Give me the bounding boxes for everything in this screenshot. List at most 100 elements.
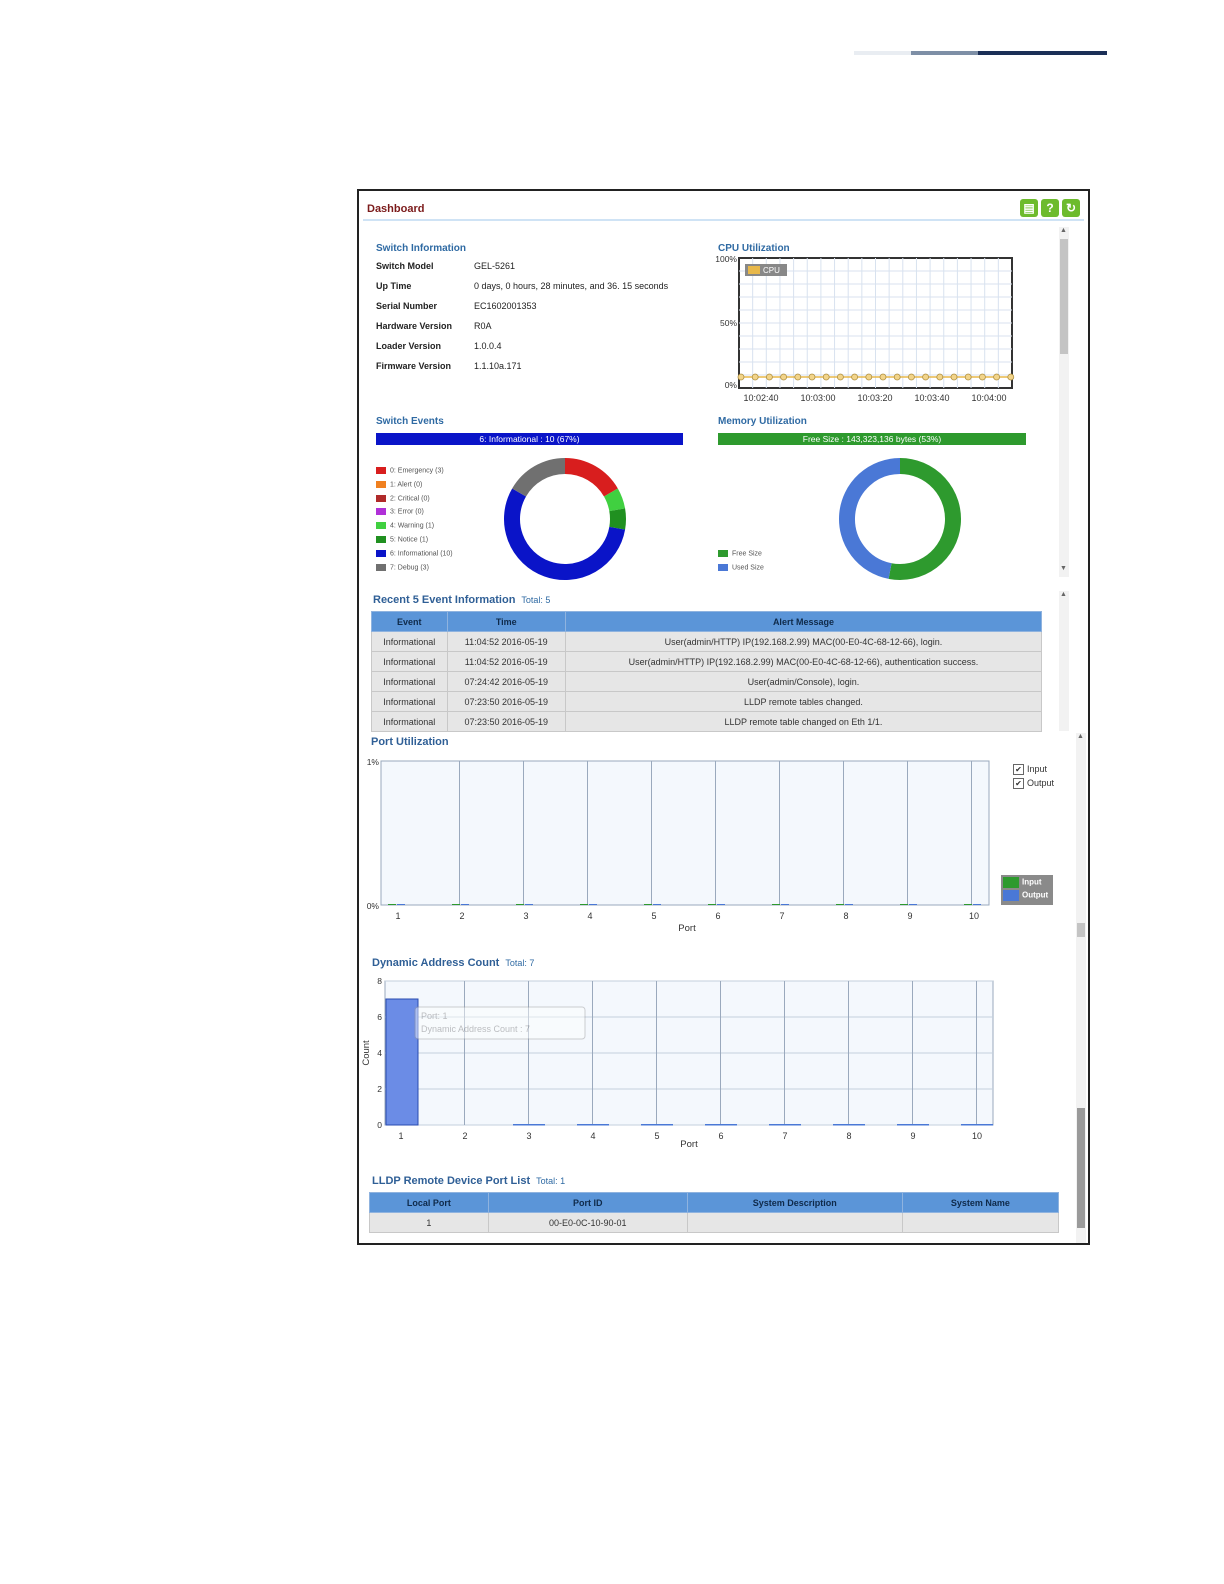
switch-events-legend-item[interactable]: 5: Notice (1) [376, 536, 428, 543]
switch-events-legend-item[interactable]: 3: Error (0) [376, 508, 424, 516]
cpu-data-point[interactable] [936, 373, 944, 381]
port-bar-output[interactable] [973, 904, 981, 905]
table-header-cell[interactable]: System Description [686, 1192, 903, 1213]
dac-y-tick: 2 [377, 1084, 382, 1094]
table-header-cell[interactable]: Local Port [369, 1192, 489, 1213]
switch-events-legend-item[interactable]: 0: Emergency (3) [376, 467, 444, 474]
port-bar-output[interactable] [461, 904, 469, 905]
scroll-down-icon[interactable]: ▼ [1060, 565, 1067, 572]
scrollbar-thumb-lower[interactable] [1077, 1108, 1085, 1228]
port-bar-input[interactable] [836, 904, 844, 905]
port-bar-input[interactable] [964, 904, 972, 905]
cpu-data-point[interactable] [993, 373, 1001, 381]
dac-bar[interactable] [641, 1124, 673, 1126]
cpu-data-point[interactable] [950, 373, 958, 381]
port-bar-input[interactable] [388, 904, 396, 905]
port-legend-item[interactable]: Output [1003, 890, 1048, 901]
table-header-cell[interactable]: Event [371, 611, 448, 632]
switch-events-legend-item[interactable]: 6: Informational (10) [376, 549, 453, 557]
table-header-cell[interactable]: Alert Message [564, 611, 1043, 632]
main-scrollbar[interactable]: ▲ [1076, 733, 1086, 1243]
port-bar-input[interactable] [644, 904, 652, 905]
cpu-data-point[interactable] [737, 373, 745, 381]
scroll-up-icon[interactable]: ▲ [1060, 591, 1067, 598]
port-bar-input[interactable] [452, 904, 460, 905]
cpu-data-point[interactable] [794, 373, 802, 381]
scrollbar-thumb[interactable] [1060, 239, 1068, 354]
port-bar-input[interactable] [900, 904, 908, 905]
cpu-data-point[interactable] [780, 373, 787, 381]
switch-events-slice[interactable] [564, 458, 618, 497]
scroll-up-icon[interactable]: ▲ [1077, 733, 1084, 740]
port-bar-input[interactable] [772, 904, 780, 905]
port-output-checkbox[interactable]: ✔ Output [1013, 778, 1054, 789]
port-legend-item[interactable]: Input [1003, 877, 1042, 888]
dac-bar[interactable] [897, 1124, 929, 1126]
cpu-data-point[interactable] [893, 373, 901, 381]
switch-events-slice[interactable] [603, 488, 626, 512]
port-bar-output[interactable] [653, 904, 661, 905]
cpu-data-point[interactable] [964, 373, 972, 381]
cpu-data-point[interactable] [1007, 373, 1015, 381]
switch-events-slice[interactable] [504, 488, 626, 580]
switch-events-slice[interactable] [609, 508, 626, 530]
table-header-cell[interactable]: Port ID [487, 1192, 688, 1213]
cpu-data-point[interactable] [822, 373, 830, 381]
checkbox-checked-icon[interactable]: ✔ [1013, 778, 1024, 789]
port-bar-input[interactable] [708, 904, 716, 905]
switch-events-slice[interactable] [512, 458, 566, 497]
events-panel-scrollbar[interactable]: ▲ [1059, 591, 1069, 731]
dac-y-tick: 8 [377, 976, 382, 986]
cpu-data-point[interactable] [907, 373, 915, 381]
cpu-data-point[interactable] [879, 373, 887, 381]
table-cell: User(admin/Console), login. [564, 671, 1043, 692]
switch-events-legend-item[interactable]: 7: Debug (3) [376, 563, 429, 571]
scrollbar-thumb[interactable] [1077, 923, 1085, 937]
dac-bar[interactable] [705, 1124, 737, 1126]
switch-info-label: Serial Number [376, 301, 438, 311]
cpu-data-point[interactable] [922, 373, 930, 381]
dac-bar[interactable] [577, 1124, 609, 1126]
checkbox-checked-icon[interactable]: ✔ [1013, 764, 1024, 775]
memory-donut-chart [839, 458, 961, 580]
port-input-checkbox[interactable]: ✔ Input [1013, 764, 1047, 775]
port-bar-output[interactable] [845, 904, 853, 905]
table-header-cell[interactable]: Time [446, 611, 566, 632]
save-button[interactable]: ▤ [1020, 199, 1038, 217]
memory-slice[interactable] [839, 458, 901, 579]
refresh-button[interactable]: ↻ [1062, 199, 1080, 217]
port-bar-output[interactable] [589, 904, 597, 905]
dac-bar[interactable] [769, 1124, 801, 1126]
port-bar-output[interactable] [525, 904, 533, 905]
dac-bar[interactable] [385, 998, 419, 1126]
cpu-data-point[interactable] [851, 373, 859, 381]
switch-events-legend-item[interactable]: 1: Alert (0) [376, 480, 422, 488]
legend-swatch [376, 508, 386, 516]
port-bar-output[interactable] [397, 904, 405, 905]
cpu-data-point[interactable] [808, 373, 816, 381]
cpu-data-point[interactable] [836, 373, 844, 381]
help-button[interactable]: ? [1041, 199, 1059, 217]
table-header-cell[interactable]: System Name [901, 1192, 1060, 1213]
memory-legend-item[interactable]: Free Size [718, 550, 762, 557]
dac-bar[interactable] [833, 1124, 865, 1126]
port-bar-input[interactable] [516, 904, 524, 905]
legend-swatch [718, 564, 728, 571]
dac-bar[interactable] [513, 1124, 545, 1126]
cpu-data-point[interactable] [766, 373, 773, 381]
switch-events-legend-item[interactable]: 4: Warning (1) [376, 522, 434, 530]
cpu-data-point[interactable] [751, 373, 759, 381]
memory-slice[interactable] [888, 458, 961, 580]
switch-events-legend-item[interactable]: 2: Critical (0) [376, 494, 430, 502]
port-bar-output[interactable] [717, 904, 725, 905]
cpu-data-point[interactable] [865, 373, 873, 381]
port-bar-input[interactable] [580, 904, 588, 905]
switch-info-label: Switch Model [376, 261, 434, 271]
top-panel-scrollbar[interactable]: ▲ ▼ [1059, 227, 1069, 577]
dac-bar[interactable] [961, 1124, 993, 1126]
scroll-up-icon[interactable]: ▲ [1060, 227, 1067, 234]
memory-legend-item[interactable]: Used Size [718, 564, 764, 571]
port-bar-output[interactable] [909, 904, 917, 905]
port-bar-output[interactable] [781, 904, 789, 905]
cpu-data-point[interactable] [978, 373, 986, 381]
